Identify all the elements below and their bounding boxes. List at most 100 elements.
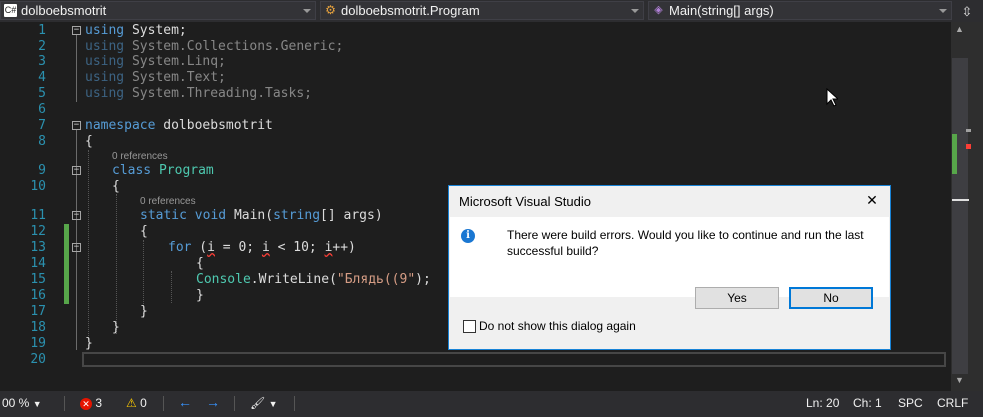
collapse-toggle[interactable]: − (72, 211, 81, 220)
checkbox-label[interactable]: Do not show this dialog again (479, 319, 636, 333)
code-text: System.Threading.Tasks; (124, 86, 312, 101)
change-marker (952, 134, 957, 174)
csharp-project-icon: C# (4, 4, 17, 17)
navigate-backward-button[interactable]: ← (178, 394, 192, 410)
line-number: 20 (30, 352, 46, 367)
code-line-8: { (85, 134, 93, 149)
split-icon: ⇳ (961, 4, 973, 19)
error-count[interactable]: ✕ 3 (80, 396, 102, 410)
warning-icon: ⚠ (126, 396, 137, 410)
scroll-down-icon[interactable]: ▼ (955, 375, 964, 385)
class-dropdown[interactable]: ⚙ dolboebsmotrit.Program (320, 1, 644, 20)
collapse-toggle[interactable]: − (72, 26, 81, 35)
code-cleanup-button[interactable]: 🖌 ▼ (250, 396, 278, 410)
indent-guide (116, 194, 117, 334)
warning-count-value: 0 (140, 396, 147, 410)
caret-position-marker (952, 199, 969, 201)
collapse-toggle[interactable]: − (72, 121, 81, 130)
brush-icon: 🖌 (250, 396, 266, 410)
code-line-11: static void Main(string[] args) (140, 208, 383, 223)
keyword: using (85, 70, 125, 85)
line-number: 18 (30, 320, 46, 335)
scroll-up-icon[interactable]: ▲ (955, 24, 964, 34)
chevron-down-icon: ▼ (32, 399, 42, 409)
chevron-down-icon (939, 9, 947, 13)
code-line-17: } (140, 304, 148, 319)
member-dropdown[interactable]: ◈ Main(string[] args) (648, 1, 952, 20)
outlining-line (76, 130, 77, 350)
line-ending-indicator[interactable]: CRLF (937, 396, 968, 410)
code-line-2: using System.Collections.Generic; (85, 39, 343, 54)
indent-guide (88, 150, 89, 350)
scrollbar-thumb[interactable] (952, 58, 968, 374)
keyword: for (168, 240, 192, 255)
close-button[interactable]: ✕ (863, 192, 881, 209)
keyword: using (85, 54, 125, 69)
error-count-value: 3 (95, 396, 103, 410)
dialog-body: i There were build errors. Would you lik… (450, 217, 889, 297)
codelens-references[interactable]: 0 references (112, 151, 168, 162)
code-line-3: using System.Linq; (85, 54, 226, 69)
class-icon: ⚙ (325, 3, 336, 17)
line-number: 16 (30, 288, 46, 303)
line-number: 1 (38, 23, 46, 38)
code-line-16: } (196, 288, 204, 303)
spacing-indicator[interactable]: SPC (898, 396, 923, 410)
code-text: < 10; (269, 240, 325, 255)
close-icon: ✕ (866, 192, 878, 208)
mouse-cursor-icon (826, 88, 838, 107)
chevron-down-icon: ▼ (268, 399, 278, 409)
code-text: = 0; (214, 240, 262, 255)
do-not-show-checkbox[interactable] (463, 320, 476, 333)
string-literal: "Блядь((9" (336, 272, 416, 287)
line-number: 10 (30, 179, 46, 194)
class-name: dolboebsmotrit.Program (341, 3, 480, 18)
info-icon: i (461, 229, 475, 243)
collapse-toggle[interactable]: − (72, 166, 81, 175)
code-text: System.Text; (124, 70, 226, 85)
type-name: Program (158, 163, 214, 178)
code-text: dolboebsmotrit (155, 118, 273, 133)
line-indicator: Ln: 20 (806, 396, 840, 410)
navigate-forward-button[interactable]: → (206, 394, 220, 410)
project-dropdown[interactable]: C# dolboebsmotrit (0, 1, 316, 20)
project-name: dolboebsmotrit (21, 3, 107, 18)
code-text: System.Collections.Generic; (124, 39, 344, 54)
yes-button[interactable]: Yes (695, 287, 779, 309)
method-name: Main( (233, 208, 274, 223)
column-indicator: Ch: 1 (853, 396, 882, 410)
error-squiggle[interactable]: i (262, 240, 270, 255)
keyword: namespace (85, 118, 156, 133)
code-line-4: using System.Text; (85, 70, 226, 85)
code-line-18: } (112, 320, 120, 335)
chevron-down-icon (631, 9, 639, 13)
navigation-bar: C# dolboebsmotrit ⚙ dolboebsmotrit.Progr… (0, 0, 983, 22)
keyword: using (85, 39, 125, 54)
divider (294, 396, 295, 411)
type-name: Console (196, 272, 251, 287)
no-button[interactable]: No (789, 287, 873, 309)
dialog-message: There were build errors. Would you like … (507, 228, 864, 258)
line-number: 7 (38, 118, 46, 133)
code-text: System.Linq; (124, 54, 226, 69)
line-number: 14 (30, 256, 46, 271)
code-text: [] args) (320, 208, 383, 223)
error-squiggle[interactable]: i (207, 240, 215, 255)
line-number: 6 (38, 102, 46, 117)
line-number: 5 (38, 86, 46, 101)
line-number: 2 (38, 39, 46, 54)
codelens-references[interactable]: 0 references (140, 196, 196, 207)
dialog-title: Microsoft Visual Studio (459, 194, 591, 209)
method-icon: ◈ (654, 4, 663, 16)
keyword: using (85, 86, 125, 101)
code-text: ++) (332, 240, 356, 255)
error-marker (966, 144, 971, 149)
split-window-button[interactable]: ⇳ (958, 3, 976, 20)
code-text: ); (415, 272, 431, 287)
collapse-toggle[interactable]: − (72, 243, 81, 252)
zoom-level[interactable]: 00 % ▼ (2, 396, 42, 410)
member-name: Main(string[] args) (669, 3, 774, 18)
line-number: 11 (30, 208, 46, 223)
code-text: ( (191, 240, 208, 255)
warning-count[interactable]: ⚠ 0 (126, 396, 147, 410)
